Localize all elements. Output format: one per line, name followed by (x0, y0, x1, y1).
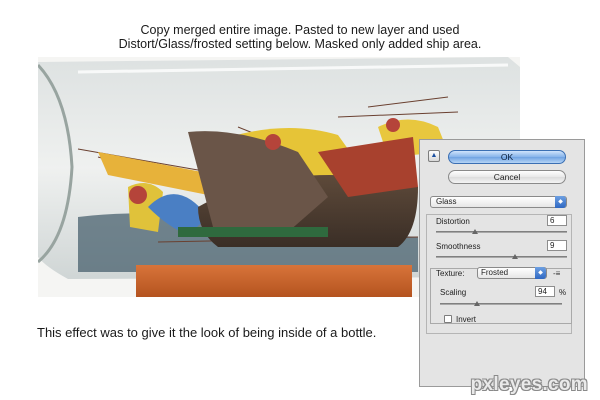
chevron-down-icon: ◆ (535, 267, 546, 279)
scaling-label: Scaling (440, 288, 467, 297)
distortion-label: Distortion (436, 217, 470, 226)
scaling-unit: % (559, 288, 567, 297)
smoothness-slider-thumb[interactable] (511, 254, 518, 259)
site-watermark: pxleyes.com (470, 374, 588, 395)
smoothness-label: Smoothness (436, 242, 481, 251)
instruction-caption: Copy merged entire image. Pasted to new … (60, 23, 540, 51)
distortion-slider-thumb[interactable] (472, 229, 479, 234)
distortion-field[interactable]: 6 (547, 215, 567, 226)
invert-label: Invert (456, 315, 477, 324)
triangle-up-icon[interactable]: ▲ (428, 150, 440, 162)
chevron-down-icon: ◆ (555, 196, 566, 208)
effect-caption: This effect was to give it the look of b… (37, 325, 377, 340)
filter-select[interactable]: Glass ◆ (430, 196, 567, 208)
smoothness-slider[interactable] (436, 254, 567, 259)
flyout-menu-icon[interactable]: -≡ (553, 269, 560, 278)
scaling-slider-thumb[interactable] (473, 301, 480, 306)
filter-select-value: Glass (436, 197, 457, 206)
scaling-slider[interactable] (440, 301, 562, 306)
texture-label: Texture: (436, 269, 465, 278)
distortion-slider[interactable] (436, 229, 567, 234)
texture-select[interactable]: Frosted ◆ (477, 267, 547, 279)
cancel-button[interactable]: Cancel (448, 170, 566, 184)
invert-checkbox[interactable] (444, 315, 452, 323)
instruction-caption-line-2: Distort/Glass/frosted setting below. Mas… (118, 37, 482, 51)
texture-select-value: Frosted (481, 268, 509, 277)
scaling-field[interactable]: 94 (535, 286, 555, 297)
ok-button[interactable]: OK (448, 150, 566, 164)
smoothness-field[interactable]: 9 (547, 240, 567, 251)
instruction-caption-line-1: Copy merged entire image. Pasted to new … (140, 23, 460, 37)
glass-filter-dialog: ▲ OK Cancel Glass ◆ Distortion 6 Smoothn… (419, 139, 585, 387)
